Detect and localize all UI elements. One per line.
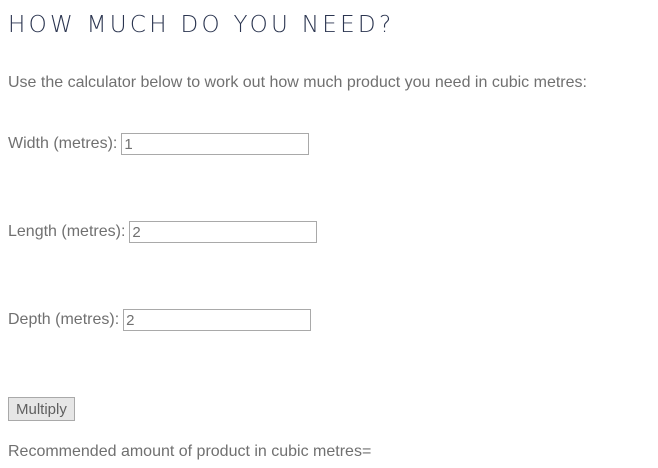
length-label: Length (metres): [8,223,126,240]
depth-input[interactable] [123,309,312,331]
multiply-button[interactable]: Multiply [8,397,75,421]
length-input[interactable] [129,221,318,243]
result-text: Recommended amount of product in cubic m… [8,443,372,460]
width-input[interactable] [121,133,310,155]
depth-row: Depth (metres): [8,309,312,331]
depth-label: Depth (metres): [8,311,120,328]
calculator-page: HOW MUCH DO YOU NEED? Use the calculator… [0,0,658,468]
intro-text: Use the calculator below to work out how… [8,74,587,91]
width-row: Width (metres): [8,133,310,155]
length-row: Length (metres): [8,221,318,243]
page-title: HOW MUCH DO YOU NEED? [8,12,395,38]
width-label: Width (metres): [8,135,118,152]
